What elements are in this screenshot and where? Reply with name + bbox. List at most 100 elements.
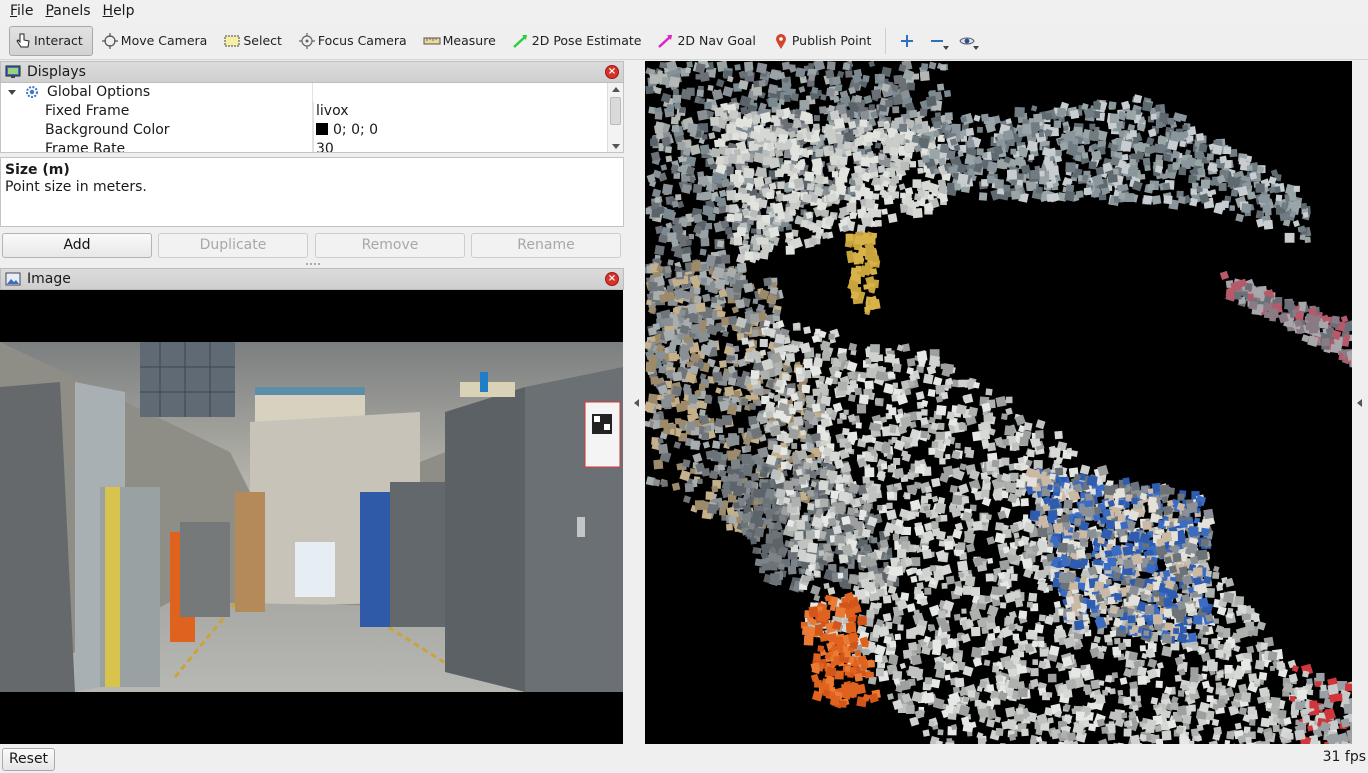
move-camera-tool-label: Move Camera [120,33,208,48]
measure-tool-button[interactable]: Measure [415,26,504,56]
cloud-point [849,380,857,387]
cloud-point [874,644,886,656]
tree-scrollbar[interactable] [607,83,623,152]
cloud-point [1215,681,1223,689]
cloud-point [672,94,682,104]
background-color-value[interactable]: 0; 0; 0 [313,121,378,140]
cloud-point [917,189,926,198]
cloud-point [1069,109,1080,120]
scroll-up-icon[interactable] [612,87,620,92]
select-tool-button[interactable]: Select [215,26,290,56]
cloud-point [1121,712,1128,719]
cloud-point [1038,641,1045,648]
cloud-point [756,228,762,235]
add-button[interactable]: Add [2,233,152,258]
cloud-point [1208,643,1215,650]
cloud-point [689,313,699,323]
cloud-point [995,522,1004,531]
cloud-point [1079,464,1091,475]
cloud-point [919,71,930,82]
select-rect-icon [223,32,241,50]
nav-goal-tool-button[interactable]: 2D Nav Goal [649,26,763,56]
cloud-point [1030,122,1040,132]
camera-image-view[interactable] [0,290,623,744]
interact-tool-button[interactable]: Interact [9,25,93,56]
cloud-point [741,454,752,464]
cloud-point [720,475,728,482]
cloud-point [1194,151,1202,159]
menu-panels[interactable]: Panels [39,0,96,22]
scroll-down-icon[interactable] [612,144,620,149]
cloud-point [952,664,959,670]
cloud-point [885,353,896,364]
cloud-point [1157,136,1164,143]
cloud-point [1095,166,1105,176]
render-3d-view[interactable] [645,61,1352,744]
cloud-point [892,106,900,114]
menu-file[interactable]: File [4,0,39,22]
cloud-point [750,472,760,482]
cloud-point [778,99,785,105]
cloud-point [1141,717,1148,724]
cloud-point [712,371,723,383]
pose-estimate-tool-button[interactable]: 2D Pose Estimate [504,26,650,56]
color-swatch [316,123,328,135]
cloud-point [860,556,872,567]
tree-row-frame-rate[interactable]: Frame Rate 30 [1,140,607,152]
cloud-point [730,174,739,183]
cloud-point [1046,692,1053,698]
cloud-point [1081,152,1089,159]
cloud-point [1091,150,1102,162]
duplicate-button[interactable]: Duplicate [158,233,308,258]
rename-button[interactable]: Rename [471,233,621,258]
cloud-point [696,109,709,121]
cloud-point [1304,236,1311,243]
close-icon[interactable]: × [605,65,619,79]
cloud-point [1206,153,1214,161]
cloud-point [848,101,855,108]
splitter-grip[interactable] [306,263,320,265]
collapse-left-icon[interactable] [634,399,639,407]
remove-button[interactable]: Remove [315,233,465,258]
publish-point-tool-button[interactable]: Publish Point [764,26,880,56]
tree-row-background-color[interactable]: Background Color 0; 0; 0 [1,121,607,140]
focus-camera-tool-button[interactable]: Focus Camera [290,26,415,56]
cloud-point [880,462,888,470]
cloud-point [711,485,719,493]
fixed-frame-value[interactable]: livox [313,102,348,121]
cloud-point [835,184,847,196]
frame-rate-value[interactable]: 30 [313,140,334,152]
cloud-point [710,296,718,304]
cloud-point [1245,736,1252,744]
expand-arrow-icon[interactable] [8,90,16,95]
cloud-point [842,62,851,71]
cloud-point [893,74,903,85]
add-tool-button[interactable] [892,26,922,56]
cloud-point [899,123,908,132]
cloud-point [921,409,928,416]
cloud-point [790,93,799,102]
cloud-point [1065,162,1076,173]
close-icon[interactable]: × [605,272,619,286]
cloud-point [981,113,990,122]
cloud-point [825,87,836,97]
cloud-point [898,183,906,191]
scroll-thumb[interactable] [610,97,621,125]
cloud-point [1255,183,1265,193]
cloud-point [773,394,781,402]
remove-tool-button[interactable] [922,26,952,56]
menu-help[interactable]: Help [97,0,141,22]
tree-row-global-options[interactable]: Global Options [1,83,607,102]
cloud-point [777,71,786,80]
main-splitter[interactable] [626,61,645,744]
cloud-point [1070,667,1082,679]
cloud-point [1286,732,1294,740]
tree-row-fixed-frame[interactable]: Fixed Frame livox [1,102,607,121]
cloud-point [933,121,941,129]
view-tool-button[interactable] [952,26,982,56]
cloud-point [1142,195,1153,205]
cloud-point [678,309,686,317]
move-camera-tool-button[interactable]: Move Camera [93,26,216,56]
cloud-point [944,112,953,121]
cloud-point [732,284,743,294]
